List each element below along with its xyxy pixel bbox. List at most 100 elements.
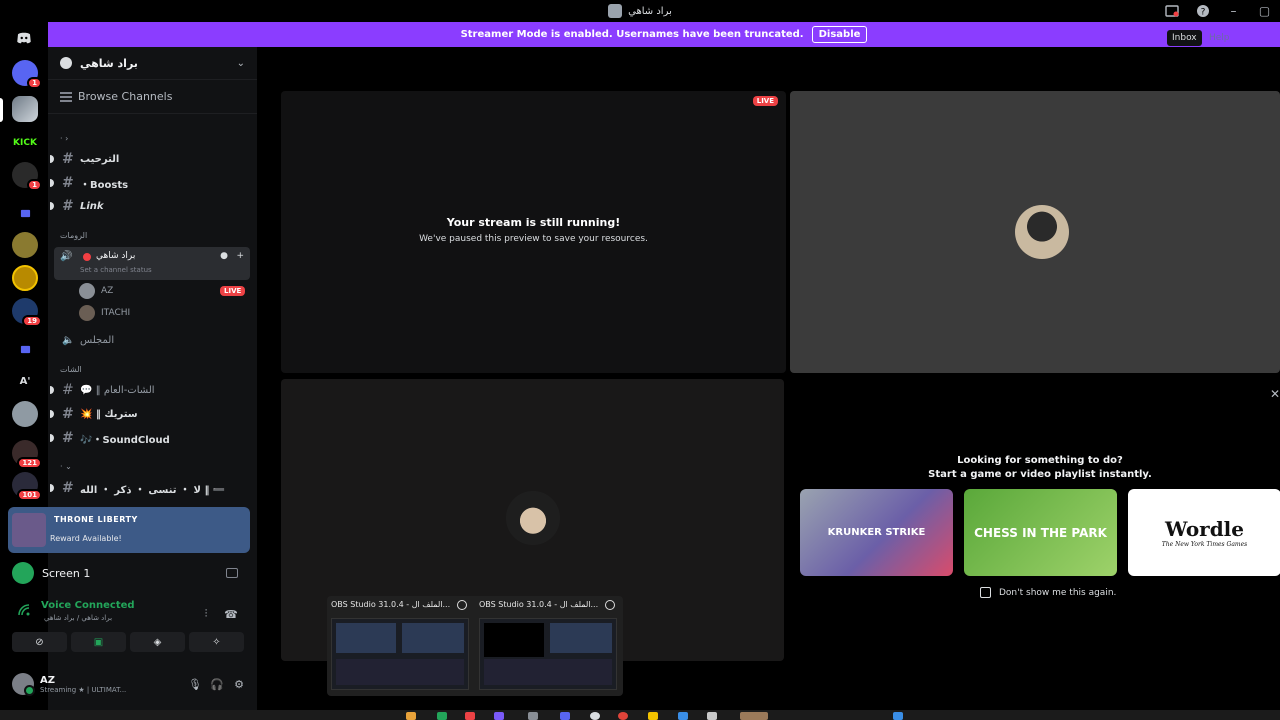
category-collapsed[interactable]: · › bbox=[60, 134, 68, 143]
inbox-icon[interactable] bbox=[1156, 0, 1187, 22]
channel-welcome[interactable]: # الترحيب bbox=[50, 148, 250, 170]
server-icon-11[interactable] bbox=[12, 401, 38, 427]
server-icon-6[interactable] bbox=[12, 232, 38, 258]
server-icon-10[interactable]: A' bbox=[12, 368, 38, 394]
avatar[interactable] bbox=[12, 673, 35, 696]
channel-dhikr[interactable]: # لا ・ تنسى ・ ذكر ・ الله ‖ ➖ bbox=[50, 477, 250, 499]
voice-action-buttons: ⊘ ▣ ◈ ✧ bbox=[12, 632, 244, 652]
folder-icon-2[interactable] bbox=[12, 336, 38, 362]
hash-icon: # bbox=[62, 151, 74, 167]
game-publisher: The New York Times Games bbox=[1161, 541, 1248, 548]
headphones-icon[interactable]: 🎧 bbox=[206, 673, 228, 695]
hash-icon: # bbox=[62, 406, 74, 422]
app-icon[interactable] bbox=[560, 712, 570, 720]
chat-bubble-icon[interactable]: ● bbox=[220, 251, 228, 261]
app-icon[interactable] bbox=[590, 712, 600, 720]
dont-show-again-option[interactable]: Don't show me this again. bbox=[980, 587, 1116, 598]
channel-label: 💥 ‖ ستريك bbox=[80, 408, 138, 420]
disconnect-icon[interactable]: ☎ bbox=[223, 606, 239, 622]
app-icon[interactable] bbox=[528, 712, 538, 720]
close-icon[interactable] bbox=[457, 600, 467, 610]
app-icon[interactable] bbox=[618, 712, 628, 720]
app-icon[interactable] bbox=[465, 712, 475, 720]
voice-user-itachi[interactable]: ITACHI bbox=[79, 303, 130, 323]
user-info[interactable]: AZ Streaming ★ | ULTIMAT... bbox=[40, 675, 184, 694]
app-icon[interactable] bbox=[707, 712, 717, 720]
server-icon-1[interactable]: 1 bbox=[12, 60, 42, 89]
game-card-krunker[interactable]: KRUNKER STRIKE bbox=[800, 489, 953, 576]
soundboard-button[interactable]: ✧ bbox=[189, 632, 244, 652]
avatar bbox=[79, 305, 95, 321]
game-artwork-icon bbox=[12, 513, 46, 547]
camera-off-icon: ⊘ bbox=[35, 636, 44, 648]
soundboard-icon: ✧ bbox=[212, 636, 221, 648]
channel-general-chat[interactable]: # 💬 ‖ الشات-العام bbox=[50, 379, 250, 401]
participant-tile-az[interactable] bbox=[790, 91, 1280, 373]
voice-channel-active[interactable]: 🔊 براد شاهي Set a channel status ● + bbox=[54, 247, 250, 280]
popout-icon[interactable] bbox=[226, 568, 238, 578]
close-icon[interactable]: ✕ bbox=[1270, 387, 1280, 401]
app-icon[interactable] bbox=[406, 712, 416, 720]
kick-server-icon[interactable]: KICK bbox=[12, 130, 38, 156]
streamer-mode-banner: Streamer Mode is enabled. Usernames have… bbox=[48, 22, 1280, 47]
chevron-down-icon[interactable]: ⌄ bbox=[237, 58, 245, 69]
folder-icon[interactable] bbox=[648, 712, 658, 720]
add-user-icon[interactable]: + bbox=[236, 251, 244, 261]
folder-icon[interactable] bbox=[12, 200, 38, 226]
server-icon-7[interactable] bbox=[12, 265, 38, 291]
minimize-icon[interactable]: – bbox=[1218, 0, 1249, 22]
checkbox[interactable] bbox=[980, 587, 991, 598]
help-icon[interactable]: ? bbox=[1187, 0, 1218, 22]
reward-card[interactable]: THRONE LIBERTY Reward Available! bbox=[8, 507, 250, 553]
server-icon-2[interactable] bbox=[12, 96, 38, 122]
thumbnail-obs-2[interactable]: OBS Studio 31.0.4 - الملف ال... bbox=[475, 596, 621, 696]
guild-header[interactable]: براد شاهي ⌄ bbox=[48, 47, 257, 80]
game-card-wordle[interactable]: Wordle The New York Times Games bbox=[1128, 489, 1280, 576]
server-icon-4[interactable]: 1 bbox=[12, 162, 42, 191]
voice-location: براد شاهي / براد شاهي bbox=[44, 614, 113, 622]
noise-suppression-icon[interactable]: ⫶ bbox=[198, 606, 214, 622]
voice-user-az[interactable]: AZ bbox=[79, 281, 113, 301]
channel-streak[interactable]: # 💥 ‖ ستريك bbox=[50, 403, 250, 425]
stop-stream-button[interactable]: ▣ bbox=[71, 632, 126, 652]
app-icon[interactable] bbox=[437, 712, 447, 720]
server-icon-12[interactable]: 121 bbox=[12, 440, 42, 469]
activity-suggestions: ✕ Looking for something to do? Start a g… bbox=[790, 379, 1280, 661]
selected-indicator bbox=[0, 98, 3, 122]
browse-channels-button[interactable]: Browse Channels bbox=[48, 80, 257, 114]
voice-status[interactable]: Voice Connected bbox=[41, 600, 135, 611]
close-icon[interactable] bbox=[605, 600, 615, 610]
app-icon[interactable] bbox=[494, 712, 504, 720]
signal-icon[interactable] bbox=[18, 604, 32, 616]
screen-share-row[interactable]: Screen 1 bbox=[8, 560, 250, 586]
server-icon-8[interactable]: 19 bbox=[12, 298, 42, 327]
discord-home-icon[interactable] bbox=[12, 26, 36, 50]
disable-streamer-mode-button[interactable]: Disable bbox=[811, 26, 868, 43]
gear-icon[interactable]: ⚙ bbox=[228, 673, 250, 695]
channel-status-text[interactable]: Set a channel status bbox=[80, 266, 152, 274]
server-badge: 1 bbox=[27, 77, 42, 89]
category-chats[interactable]: الشات bbox=[60, 365, 82, 374]
window-title: براد شاهي bbox=[628, 5, 672, 17]
category-collapsed-2[interactable]: · ⌄ bbox=[60, 462, 72, 471]
channel-boosts[interactable]: # ・Boosts bbox=[50, 172, 250, 194]
reward-logo: THRONE LIBERTY bbox=[54, 515, 138, 524]
app-icon[interactable] bbox=[740, 712, 768, 720]
channel-label: 💬 ‖ الشات-العام bbox=[80, 384, 155, 396]
stream-tile-self[interactable]: LIVE Your stream is still running! We've… bbox=[281, 91, 786, 373]
activities-button[interactable]: ◈ bbox=[130, 632, 185, 652]
camera-off-button[interactable]: ⊘ bbox=[12, 632, 67, 652]
channel-soundcloud[interactable]: # 🎶・SoundCloud bbox=[50, 427, 250, 449]
microphone-icon[interactable]: 🎙 bbox=[184, 673, 206, 695]
maximize-icon[interactable]: ▢ bbox=[1249, 0, 1280, 22]
app-icon[interactable] bbox=[678, 712, 688, 720]
category-rooms[interactable]: الرومات bbox=[60, 231, 87, 240]
app-icon[interactable] bbox=[893, 712, 903, 720]
window-preview bbox=[331, 618, 469, 690]
game-card-chess[interactable]: CHESS IN THE PARK bbox=[964, 489, 1117, 576]
thumbnail-obs-1[interactable]: OBS Studio 31.0.4 - الملف ال... bbox=[327, 596, 473, 696]
channel-link[interactable]: # Link bbox=[50, 195, 250, 217]
voice-channel-majlis[interactable]: 🔈 المجلس bbox=[56, 329, 250, 351]
server-icon-13[interactable]: 101 bbox=[12, 472, 42, 501]
streamer-mode-text: Streamer Mode is enabled. Usernames have… bbox=[460, 29, 804, 40]
